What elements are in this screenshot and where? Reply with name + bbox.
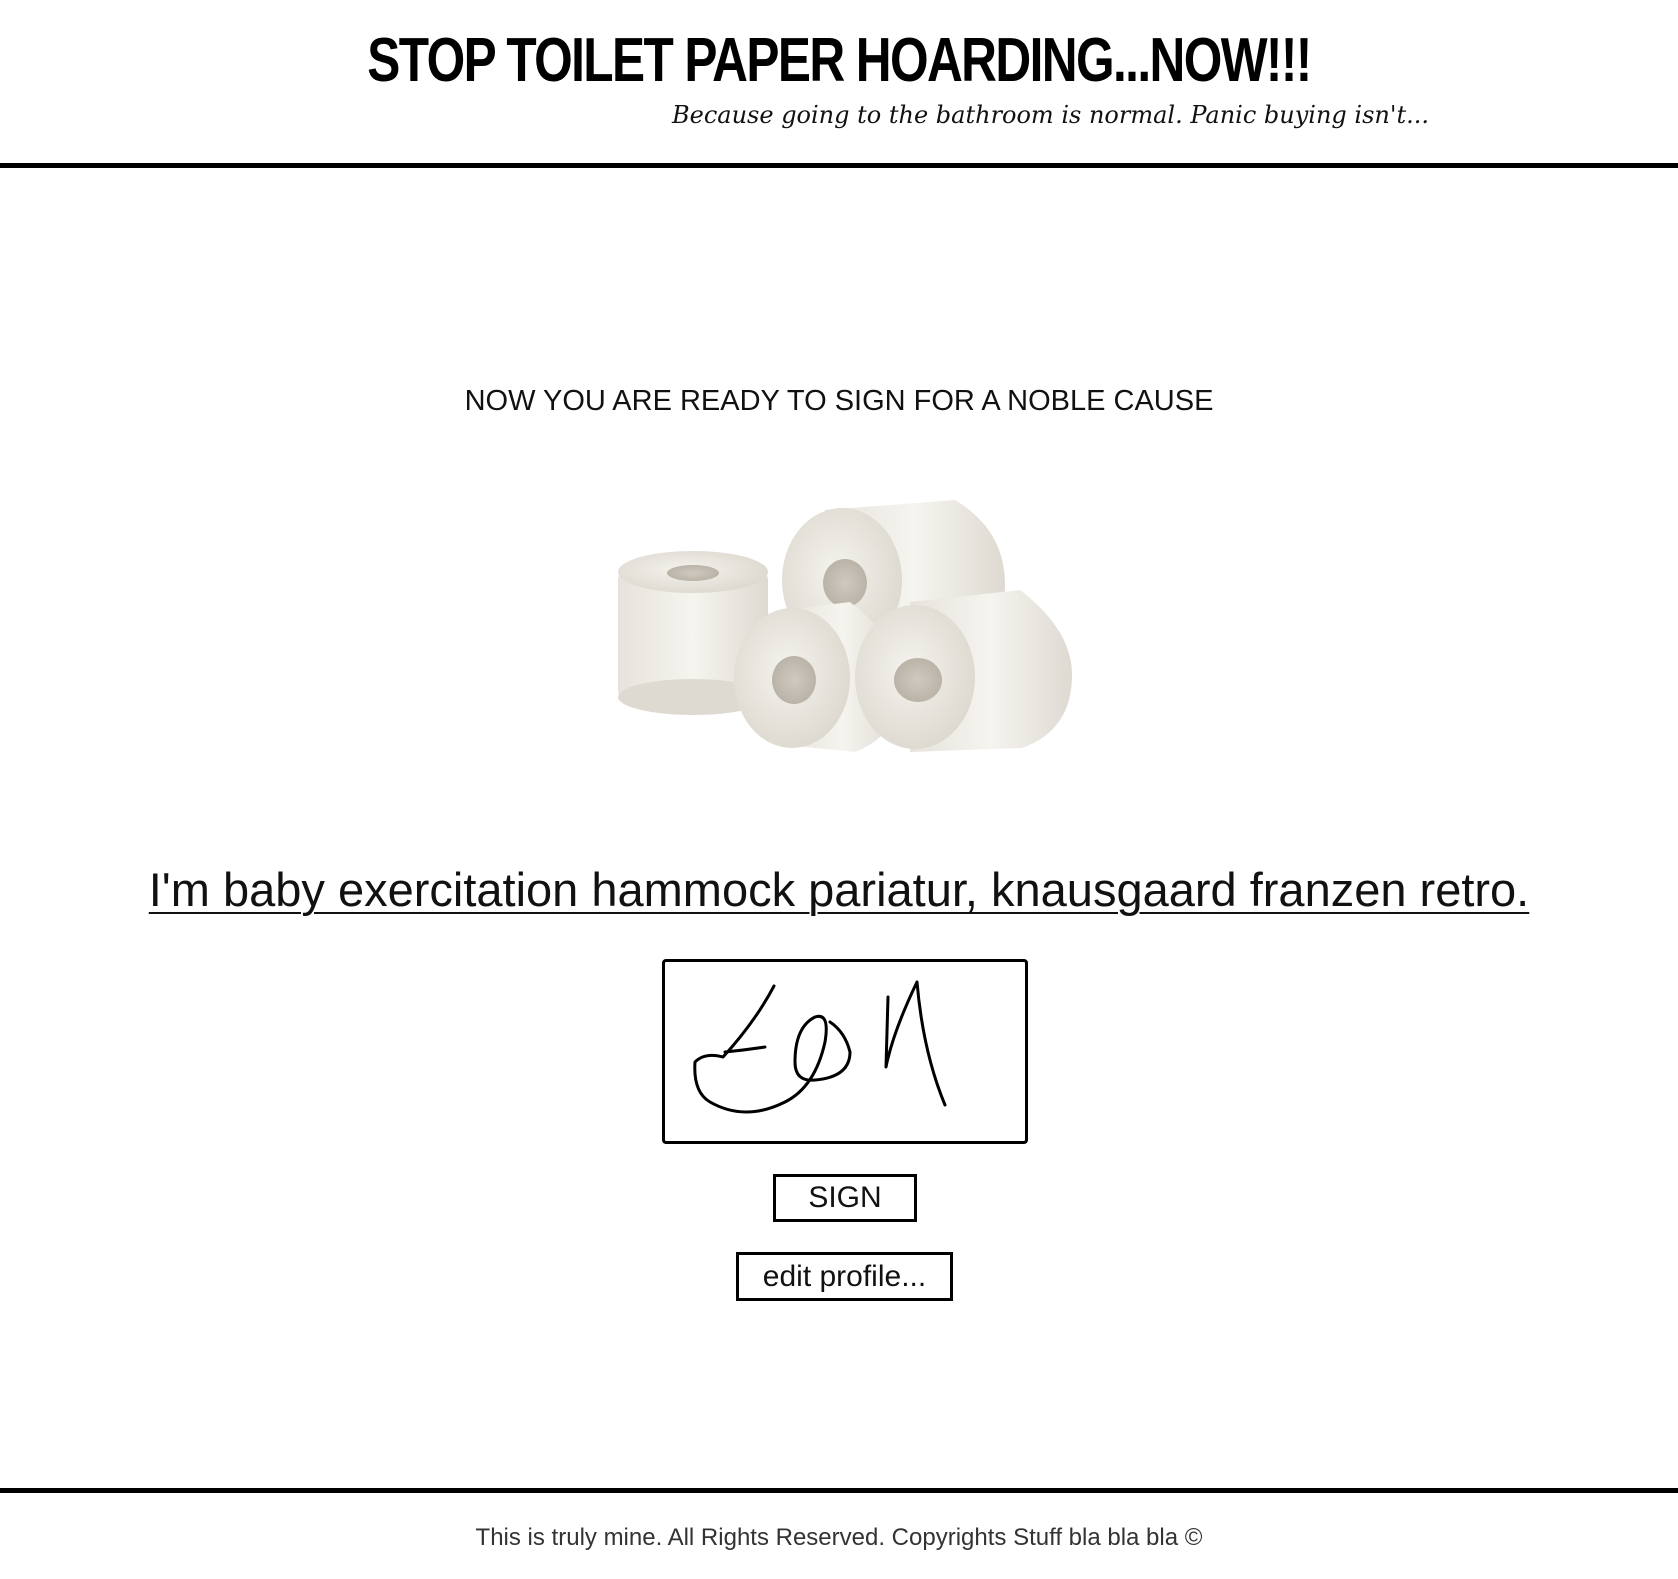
toilet-paper-rolls-icon: [618, 500, 1072, 752]
site-title: STOP TOILET PAPER HOARDING...NOW!!!: [367, 26, 1312, 95]
sign-button[interactable]: SIGN: [773, 1174, 917, 1222]
sign-intro-text: NOW YOU ARE READY TO SIGN FOR A NOBLE CA…: [464, 385, 1214, 417]
site-header: STOP TOILET PAPER HOARDING...NOW!!! Beca…: [0, 0, 1678, 168]
edit-profile-button[interactable]: edit profile...: [736, 1252, 953, 1301]
site-tagline: Because going to the bathroom is normal.…: [672, 101, 1429, 129]
signature-drawing: [693, 980, 947, 1114]
signature-pad[interactable]: [662, 959, 1028, 1144]
petition-statement-text: I'm baby exercitation hammock pariatur, …: [148, 863, 1530, 916]
toilet-paper-rolls-image: [610, 490, 1080, 765]
footer-copyright-text: This is truly mine. All Rights Reserved.…: [475, 1524, 1203, 1551]
site-footer: This is truly mine. All Rights Reserved.…: [0, 1488, 1678, 1579]
petition-statement: I'm baby exercitation hammock pariatur, …: [0, 860, 1678, 920]
